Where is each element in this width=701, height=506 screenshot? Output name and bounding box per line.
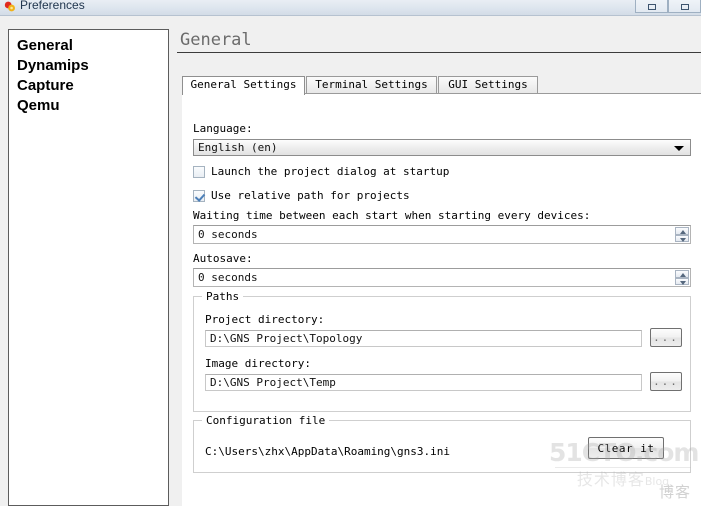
project-directory-label: Project directory: bbox=[205, 313, 325, 326]
language-combobox[interactable]: English (en) bbox=[193, 139, 691, 156]
tab-bar: General Settings Terminal Settings GUI S… bbox=[182, 76, 701, 95]
sidebar-item-general[interactable]: General bbox=[9, 36, 168, 56]
paths-group-title: Paths bbox=[202, 290, 244, 303]
app-icon bbox=[4, 1, 15, 12]
waiting-time-stepper[interactable] bbox=[674, 226, 690, 243]
sidebar-item-qemu[interactable]: Qemu bbox=[9, 96, 168, 116]
autosave-stepper[interactable] bbox=[674, 269, 690, 286]
use-relative-path-checkbox[interactable] bbox=[193, 189, 205, 202]
autosave-value: 0 seconds bbox=[198, 271, 258, 284]
spinner-down-icon[interactable] bbox=[675, 234, 689, 242]
window-controls bbox=[635, 0, 701, 13]
pane-header: General bbox=[177, 29, 701, 53]
page-title: General bbox=[180, 30, 252, 50]
project-directory-value: D:\GNS Project\Topology bbox=[210, 332, 363, 345]
settings-pane: General General Settings Terminal Settin… bbox=[177, 29, 701, 506]
language-label: Language: bbox=[193, 122, 253, 135]
use-relative-path-checkbox-row[interactable]: Use relative path for projects bbox=[193, 189, 410, 202]
configuration-file-path: C:\Users\zhx\AppData\Roaming\gns3.ini bbox=[205, 445, 451, 458]
watermark-ghost: 博客 bbox=[658, 483, 691, 501]
autosave-label: Autosave: bbox=[193, 252, 253, 265]
image-directory-label: Image directory: bbox=[205, 357, 311, 370]
restore-button[interactable] bbox=[635, 0, 668, 13]
chevron-down-icon bbox=[674, 146, 684, 151]
category-list[interactable]: General Dynamips Capture Qemu bbox=[8, 29, 169, 506]
image-directory-browse-button[interactable]: ... bbox=[650, 372, 682, 391]
spinner-up-icon[interactable] bbox=[675, 227, 689, 235]
tab-terminal-settings[interactable]: Terminal Settings bbox=[306, 76, 437, 94]
launch-project-dialog-checkbox[interactable] bbox=[193, 165, 205, 178]
tab-gui-settings[interactable]: GUI Settings bbox=[438, 76, 538, 94]
sidebar-item-dynamips[interactable]: Dynamips bbox=[9, 56, 168, 76]
sidebar-item-capture[interactable]: Capture bbox=[9, 76, 168, 96]
image-directory-value: D:\GNS Project\Temp bbox=[210, 376, 336, 389]
general-settings-panel: Language: English (en) Launch the projec… bbox=[182, 94, 701, 506]
spinner-down-icon[interactable] bbox=[675, 277, 689, 285]
title-bar: Preferences bbox=[0, 0, 701, 16]
paths-group: Paths Project directory: D:\GNS Project\… bbox=[193, 290, 691, 412]
clear-it-button[interactable]: Clear it bbox=[588, 437, 664, 459]
window-body: General Dynamips Capture Qemu General Ge… bbox=[0, 17, 701, 506]
project-directory-browse-button[interactable]: ... bbox=[650, 328, 682, 347]
launch-project-dialog-checkbox-row[interactable]: Launch the project dialog at startup bbox=[193, 165, 449, 178]
tab-active-gap bbox=[183, 93, 304, 94]
preferences-window: Preferences General Dynamips Capture Qem… bbox=[0, 0, 701, 506]
project-directory-input[interactable]: D:\GNS Project\Topology bbox=[205, 330, 642, 347]
configuration-file-group-title: Configuration file bbox=[202, 414, 330, 427]
waiting-time-spinbox[interactable]: 0 seconds bbox=[193, 225, 691, 244]
close-button[interactable] bbox=[668, 0, 701, 13]
window-title: Preferences bbox=[20, 0, 85, 12]
use-relative-path-label: Use relative path for projects bbox=[211, 189, 410, 202]
spinner-up-icon[interactable] bbox=[675, 270, 689, 278]
configuration-file-group: Configuration file C:\Users\zhx\AppData\… bbox=[193, 414, 691, 473]
language-value: English (en) bbox=[198, 141, 278, 154]
launch-project-dialog-label: Launch the project dialog at startup bbox=[211, 165, 450, 178]
autosave-spinbox[interactable]: 0 seconds bbox=[193, 268, 691, 287]
waiting-time-value: 0 seconds bbox=[198, 228, 258, 241]
image-directory-input[interactable]: D:\GNS Project\Temp bbox=[205, 374, 642, 391]
waiting-time-label: Waiting time between each start when sta… bbox=[193, 209, 591, 222]
